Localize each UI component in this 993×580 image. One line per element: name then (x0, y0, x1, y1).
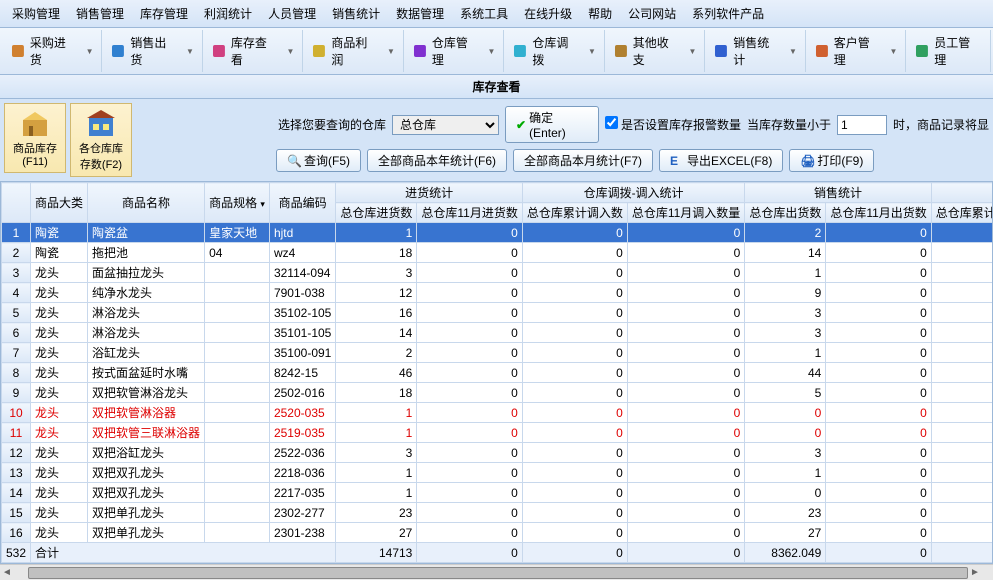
dropdown-icon: ▼ (688, 47, 696, 56)
dropdown-icon: ▼ (488, 47, 496, 56)
col-rownum[interactable] (2, 183, 31, 223)
button-icon: 🖨 (800, 154, 814, 168)
button-icon: E (670, 154, 684, 168)
toolbar-icon (211, 43, 227, 59)
col-group-sales[interactable]: 销售统计 (745, 183, 931, 203)
col-group-transferout[interactable]: 仓库调拨-调出统计 (931, 183, 993, 203)
alarm-checkbox[interactable] (605, 116, 618, 129)
toolbar-button[interactable]: 仓库管理▼ (404, 30, 504, 72)
action-button[interactable]: E导出EXCEL(F8) (659, 149, 783, 172)
scroll-thumb[interactable] (28, 567, 968, 579)
table-row[interactable]: 11龙头双把软管三联淋浴器2519-035100000001 (2, 423, 993, 443)
col-code[interactable]: 商品编码 (269, 183, 335, 223)
col-category[interactable]: 商品大类 (31, 183, 88, 223)
menu-item[interactable]: 销售管理 (68, 2, 132, 25)
menu-item[interactable]: 公司网站 (620, 2, 684, 25)
col-spec[interactable]: 商品规格 ▾ (205, 183, 270, 223)
toolbar-button[interactable]: 商品利润▼ (303, 30, 403, 72)
toolbar-icon (412, 43, 428, 59)
table-row[interactable]: 15龙头双把单孔龙头2302-27723000230000 (2, 503, 993, 523)
col-group-purchase[interactable]: 进货统计 (336, 183, 522, 203)
confirm-button[interactable]: ✔确定(Enter) (505, 106, 599, 143)
table-row[interactable]: 14龙头双把双孔龙头2217-035100000001 (2, 483, 993, 503)
menu-item[interactable]: 人员管理 (260, 2, 324, 25)
toolbar-button[interactable]: 库存查看▼ (203, 30, 303, 72)
toolbar-icon (713, 43, 729, 59)
toolbar-button[interactable]: 员工管理 (906, 30, 991, 72)
dropdown-icon: ▼ (86, 47, 94, 56)
toolbar-button[interactable]: 销售统计▼ (705, 30, 805, 72)
page-title: 库存查看 (0, 75, 993, 99)
toolbar-icon (110, 43, 126, 59)
toolbar-icon (10, 43, 26, 59)
menu-item[interactable]: 帮助 (580, 2, 620, 25)
toolbar-button[interactable]: 客户管理▼ (806, 30, 906, 72)
total-row: 532合计147130008362.0490006350.951 (2, 543, 993, 563)
dropdown-icon: ▼ (789, 47, 797, 56)
dropdown-icon: ▼ (186, 47, 194, 56)
menu-item[interactable]: 系统工具 (452, 2, 516, 25)
toolbar-button[interactable]: 其他收支▼ (605, 30, 705, 72)
table-row[interactable]: 2陶瓷拖把池04wz418000140004 (2, 243, 993, 263)
table-row[interactable]: 10龙头双把软管淋浴器2520-035100000001 (2, 403, 993, 423)
warehouse-select[interactable]: 总仓库 (392, 115, 499, 135)
table-row[interactable]: 6龙头淋浴龙头35101-10514000300011 (2, 323, 993, 343)
table-row[interactable]: 7龙头浴缸龙头35100-091200010001 (2, 343, 993, 363)
table-row[interactable]: 4龙头纯净水龙头7901-0381200090003 (2, 283, 993, 303)
alarm-checkbox-label[interactable]: 是否设置库存报警数量 (605, 116, 741, 133)
menu-item[interactable]: 数据管理 (388, 2, 452, 25)
table-row[interactable]: 13龙头双把双孔龙头2218-036100010000 (2, 463, 993, 483)
toolbar-icon (914, 43, 930, 59)
col-group-transferin[interactable]: 仓库调拨-调入统计 (522, 183, 744, 203)
menu-item[interactable]: 销售统计 (324, 2, 388, 25)
tail-label: 时，商品记录将显 (893, 116, 989, 133)
scroll-right-icon[interactable]: ► (968, 567, 982, 578)
menu-item[interactable]: 利润统计 (196, 2, 260, 25)
dropdown-icon: ▼ (588, 47, 596, 56)
dropdown-icon: ▼ (287, 47, 295, 56)
qty-input[interactable] (837, 115, 887, 135)
scroll-left-icon[interactable]: ◄ (0, 567, 14, 578)
warehouse-stock-button[interactable]: 各仓库库 存数(F2) (70, 103, 132, 177)
toolbar-button[interactable]: 销售出货▼ (102, 30, 202, 72)
menu-item[interactable]: 系列软件产品 (684, 2, 772, 25)
toolbar-icon (512, 43, 528, 59)
stock-table[interactable]: 商品大类 商品名称 商品规格 ▾ 商品编码 进货统计 仓库调拨-调入统计 销售统… (1, 182, 993, 563)
action-button[interactable]: 全部商品本年统计(F6) (367, 149, 507, 172)
action-button[interactable]: 🖨打印(F9) (789, 149, 874, 172)
menu-item[interactable]: 在线升级 (516, 2, 580, 25)
action-button[interactable]: 全部商品本月统计(F7) (513, 149, 653, 172)
table-row[interactable]: 9龙头双把软管淋浴龙头2502-01618000500013 (2, 383, 993, 403)
toolbar-icon (311, 43, 327, 59)
qty-label: 当库存数量小于 (747, 116, 831, 133)
table-row[interactable]: 5龙头淋浴龙头35102-10516000300013 (2, 303, 993, 323)
check-icon: ✔ (516, 118, 526, 132)
table-row[interactable]: 12龙头双把浴缸龙头2522-036300030000 (2, 443, 993, 463)
toolbar-button[interactable]: 仓库调拨▼ (504, 30, 604, 72)
dropdown-icon: ▼ (889, 47, 897, 56)
toolbar-button[interactable]: 采购进货▼ (2, 30, 102, 72)
warehouse-label: 选择您要查询的仓库 (278, 116, 386, 133)
table-row[interactable]: 8龙头按式面盆延时水嘴8242-1546000440002 (2, 363, 993, 383)
button-icon: 🔍 (287, 154, 301, 168)
toolbar-icon (814, 43, 830, 59)
col-name[interactable]: 商品名称 (88, 183, 205, 223)
menu-item[interactable]: 库存管理 (132, 2, 196, 25)
table-row[interactable]: 3龙头面盆抽拉龙头32114-094300010002 (2, 263, 993, 283)
toolbar-icon (613, 43, 629, 59)
action-button[interactable]: 🔍查询(F5) (276, 149, 361, 172)
menu-item[interactable]: 采购管理 (4, 2, 68, 25)
table-row[interactable]: 1陶瓷陶瓷盆皇家天地hjtd10002000-1 (2, 223, 993, 243)
goods-stock-button[interactable]: 商品库存 (F11) (4, 103, 66, 173)
dropdown-icon: ▼ (387, 47, 395, 56)
table-row[interactable]: 16龙头双把单孔龙头2301-23827000270000 (2, 523, 993, 543)
horizontal-scrollbar[interactable]: ◄ ► (0, 564, 993, 580)
